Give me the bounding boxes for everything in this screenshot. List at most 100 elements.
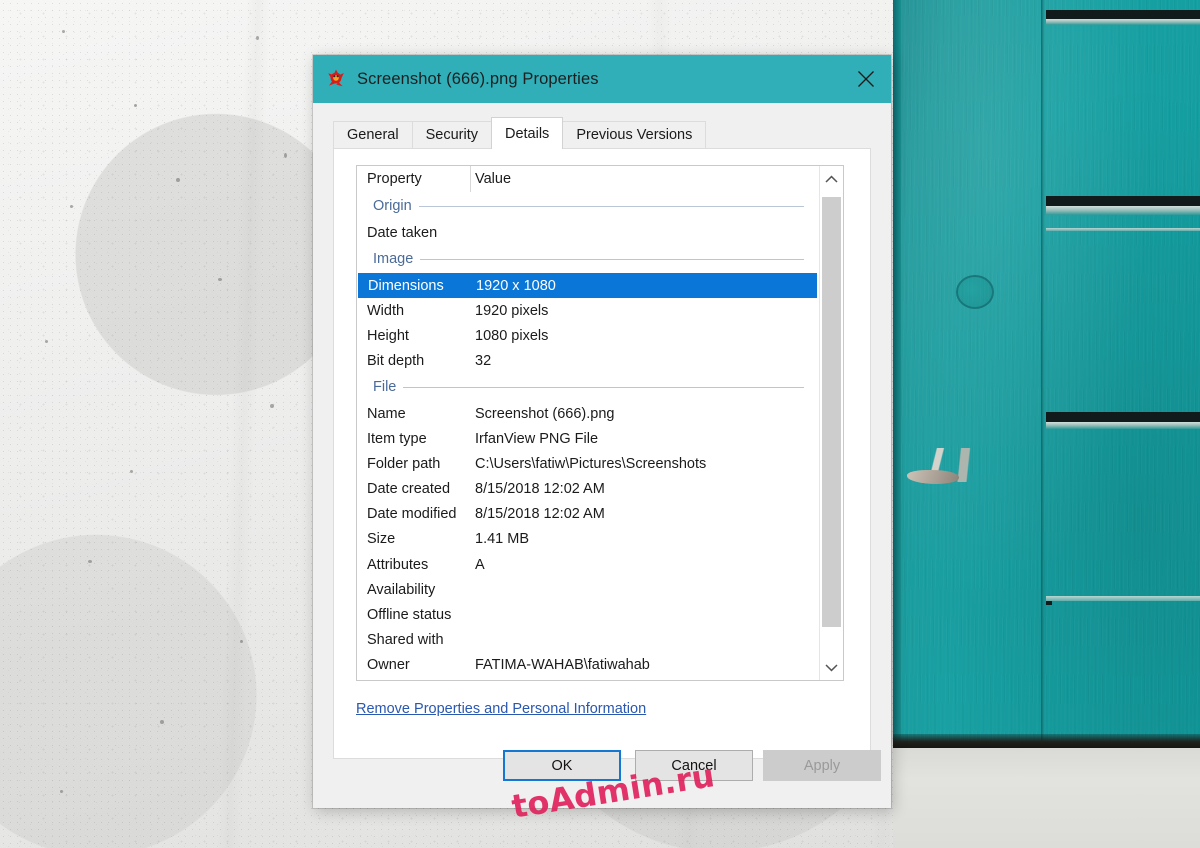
property-list-viewport: Property Value Origin Date taken Image <box>357 166 818 680</box>
wall-speck <box>62 30 65 33</box>
row-property: Height <box>357 328 470 344</box>
properties-dialog: Screenshot (666).png Properties General … <box>313 55 891 808</box>
door-slat-gap <box>1046 412 1200 422</box>
wall-speck <box>256 36 259 40</box>
door-slat-gap <box>1046 196 1200 206</box>
wall-speck <box>70 205 73 208</box>
section-file: File <box>357 373 818 401</box>
table-row-selected[interactable]: Dimensions 1920 x 1080 <box>358 273 817 298</box>
section-origin: Origin <box>357 192 818 220</box>
table-row[interactable]: Size 1.41 MB <box>357 527 818 552</box>
scrollbar-thumb[interactable] <box>822 197 841 627</box>
dialog-titlebar: Screenshot (666).png Properties <box>313 55 891 103</box>
column-header-value: Value <box>470 171 818 187</box>
irfanview-cat-icon <box>325 68 347 90</box>
door-stile-separator <box>1041 0 1046 748</box>
table-row[interactable]: Height 1080 pixels <box>357 323 818 348</box>
row-value: IrfanView PNG File <box>470 431 818 447</box>
row-property: Offline status <box>357 607 470 623</box>
wall-speck <box>270 404 274 408</box>
property-list[interactable]: Property Value Origin Date taken Image <box>356 165 844 681</box>
row-property: Availability <box>357 582 470 598</box>
table-row[interactable]: Folder path C:\Users\fatiw\Pictures\Scre… <box>357 452 818 477</box>
row-property: Size <box>357 531 470 547</box>
apply-button: Apply <box>763 750 881 781</box>
row-property: Owner <box>357 657 470 673</box>
door-slat-lip <box>1046 422 1200 429</box>
door-left-edge <box>893 0 901 748</box>
table-row[interactable]: Date taken <box>357 220 818 245</box>
table-row[interactable]: Item type IrfanView PNG File <box>357 427 818 452</box>
table-row[interactable]: Availability <box>357 577 818 602</box>
screenshot-canvas: Screenshot (666).png Properties General … <box>0 0 1200 848</box>
section-rule <box>420 259 804 260</box>
row-property: Name <box>357 406 470 422</box>
section-label: Origin <box>373 198 419 214</box>
scroll-up-icon[interactable] <box>820 166 843 192</box>
tab-details[interactable]: Details <box>491 117 563 149</box>
details-tab-page: Property Value Origin Date taken Image <box>333 148 871 759</box>
column-header-property: Property <box>357 171 470 187</box>
table-row[interactable]: Attributes A <box>357 552 818 577</box>
wall-speck <box>160 720 164 724</box>
section-image: Image <box>357 245 818 273</box>
door-panel-notch <box>1046 601 1052 605</box>
table-row[interactable]: Width 1920 pixels <box>357 298 818 323</box>
row-value: 1920 pixels <box>470 303 818 319</box>
floor-below-door <box>893 742 1200 848</box>
teal-door-background <box>893 0 1200 748</box>
table-row[interactable]: Owner FATIMA-WAHAB\fatiwahab <box>357 652 818 677</box>
tab-label: Details <box>505 126 549 142</box>
table-row[interactable]: Offline status <box>357 602 818 627</box>
table-row[interactable]: Bit depth 32 <box>357 348 818 373</box>
row-property: Item type <box>357 431 470 447</box>
row-value: 8/15/2018 12:02 AM <box>470 506 818 522</box>
row-property: Folder path <box>357 456 470 472</box>
tab-security[interactable]: Security <box>412 121 492 148</box>
table-row[interactable]: Date modified 8/15/2018 12:02 AM <box>357 502 818 527</box>
wall-speck <box>218 278 222 281</box>
wall-speck <box>45 340 48 343</box>
row-value: A <box>470 557 818 573</box>
tab-label: General <box>347 127 399 143</box>
wall-speck <box>88 560 92 563</box>
section-label: Image <box>373 251 420 267</box>
wall-speck <box>134 104 137 107</box>
tab-label: Previous Versions <box>576 127 692 143</box>
remove-properties-link[interactable]: Remove Properties and Personal Informati… <box>356 701 646 717</box>
door-panel-edge <box>1046 228 1200 231</box>
row-property: Attributes <box>357 557 470 573</box>
door-knot <box>956 275 994 309</box>
wall-speck <box>130 470 133 473</box>
row-value: Screenshot (666).png <box>470 406 818 422</box>
row-property: Width <box>357 303 470 319</box>
scroll-down-icon[interactable] <box>820 654 843 680</box>
tab-strip: General Security Details Previous Versio… <box>333 118 891 148</box>
tab-previous-versions[interactable]: Previous Versions <box>562 121 706 148</box>
section-rule <box>419 206 804 207</box>
row-property: Bit depth <box>357 353 470 369</box>
door-slat-lip <box>1046 206 1200 215</box>
wall-speck <box>240 640 243 643</box>
table-row[interactable]: Date created 8/15/2018 12:02 AM <box>357 477 818 502</box>
row-value: FATIMA-WAHAB\fatiwahab <box>470 657 818 673</box>
property-list-header: Property Value <box>357 166 818 192</box>
tab-general[interactable]: General <box>333 121 413 148</box>
wall-speck <box>284 153 287 158</box>
section-label: File <box>373 379 403 395</box>
row-value: C:\Users\fatiw\Pictures\Screenshots <box>470 456 818 472</box>
row-property: Dimensions <box>358 278 471 294</box>
row-value: 32 <box>470 353 818 369</box>
property-list-scrollbar[interactable] <box>819 166 843 680</box>
row-value: 8/15/2018 12:02 AM <box>470 481 818 497</box>
tab-label: Security <box>426 127 478 143</box>
table-row[interactable]: Name Screenshot (666).png <box>357 401 818 426</box>
table-row[interactable]: Shared with <box>357 627 818 652</box>
door-panel-edge <box>1046 596 1200 601</box>
row-property: Date modified <box>357 506 470 522</box>
row-value: 1920 x 1080 <box>471 278 817 294</box>
section-rule <box>403 387 804 388</box>
wall-speck <box>176 178 180 182</box>
close-icon[interactable] <box>841 55 891 103</box>
row-property: Shared with <box>357 632 470 648</box>
